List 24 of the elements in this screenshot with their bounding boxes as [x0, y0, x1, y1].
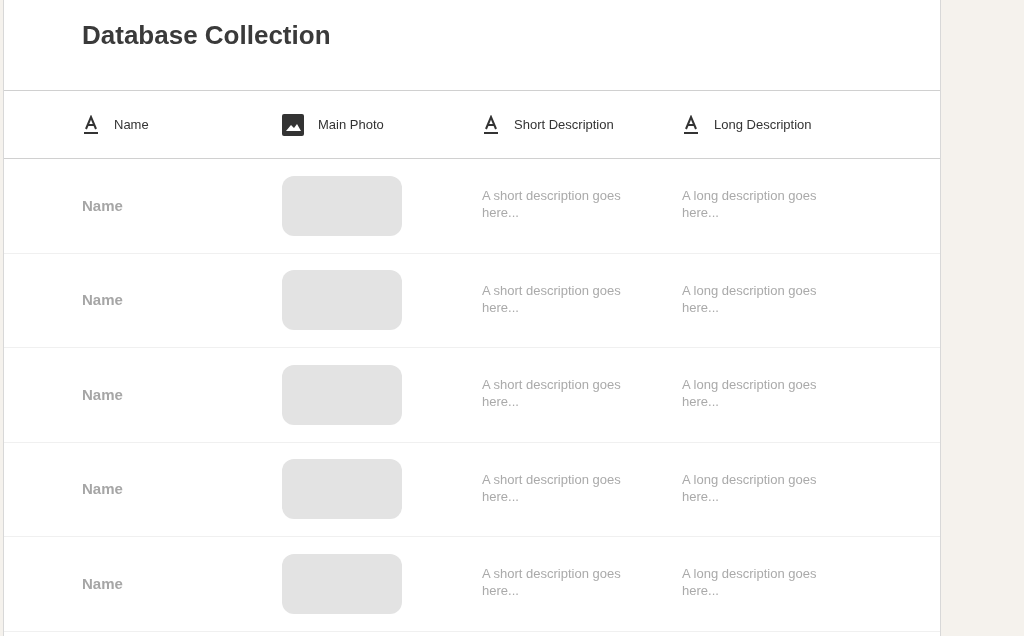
column-header[interactable]: Short Description: [514, 114, 614, 135]
description-cell-text: A long description goes here...: [682, 470, 818, 505]
page-title: Database Collection: [82, 20, 331, 52]
name-cell-text: Name: [82, 195, 123, 216]
description-cell-text: A long description goes here...: [682, 376, 818, 411]
description-cell-text: A long description goes here...: [682, 565, 818, 600]
image-icon: [282, 113, 304, 136]
description-cell-text: A short description goes here...: [482, 187, 622, 222]
column-header[interactable]: Main Photo: [318, 114, 384, 135]
name-cell-text: Name: [82, 573, 123, 594]
name-cell-text: Name: [82, 290, 123, 311]
column-header[interactable]: Long Description: [714, 114, 812, 135]
column-header[interactable]: Name: [114, 114, 149, 135]
description-cell-text: A short description goes here...: [482, 470, 622, 505]
text-icon: [82, 114, 100, 135]
description-cell-text: A short description goes here...: [482, 281, 622, 316]
text-icon: [482, 114, 500, 135]
description-cell-text: A long description goes here...: [682, 281, 818, 316]
description-cell-text: A short description goes here...: [482, 565, 622, 600]
name-cell-text: Name: [82, 384, 123, 405]
name-cell-text: Name: [82, 479, 123, 500]
description-cell-text: A long description goes here...: [682, 187, 818, 222]
description-cell-text: A short description goes here...: [482, 376, 622, 411]
text-icon: [682, 114, 700, 135]
